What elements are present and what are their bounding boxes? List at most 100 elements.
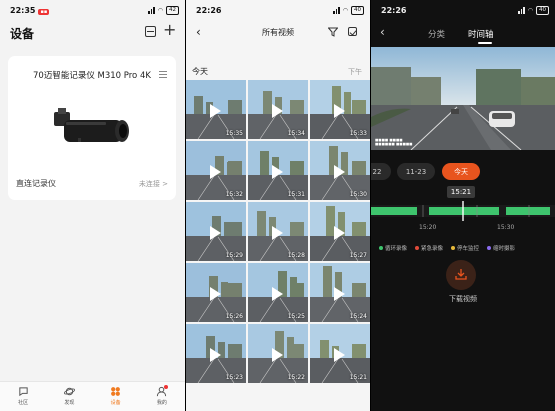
device-name: 70迈智能记录仪 M310 Pro 4K <box>33 71 151 81</box>
download-label: 下载视频 <box>449 295 477 303</box>
legend-item: 紧急录像 <box>415 244 443 252</box>
video-timestamp: 15:35 <box>225 130 243 137</box>
filter-icon[interactable] <box>328 27 338 37</box>
wifi-icon: ◠ <box>527 7 533 14</box>
video-thumbnail[interactable]: 15:33 <box>310 80 370 139</box>
tab-category[interactable]: 分类 <box>428 28 445 40</box>
tab-label: 设备 <box>110 400 121 406</box>
signal-icon <box>518 7 525 14</box>
wifi-icon: ◠ <box>342 7 348 14</box>
signal-icon <box>333 7 340 14</box>
status-time: 22:35 <box>10 6 36 15</box>
play-icon <box>210 226 221 240</box>
scan-icon[interactable] <box>145 26 156 37</box>
video-thumbnail[interactable]: 15:29 <box>186 202 246 261</box>
legend-item: 停车监控 <box>451 244 479 252</box>
timeline-tick-label: 15:30 <box>497 224 514 231</box>
video-thumbnail[interactable]: 15:26 <box>186 263 246 322</box>
video-osd: ■■■■ ■■■■ ■■■■■■ ■■■■■ <box>375 138 413 146</box>
device-card[interactable]: 70迈智能记录仪 M310 Pro 4K 直连记录仪 未连接 > <box>8 56 176 200</box>
connect-status[interactable]: 未连接 > <box>139 179 168 189</box>
date-chip[interactable]: 11-23 <box>397 163 435 180</box>
all-videos-screen: 22:26 ◠ 40 ‹ 所有视频 今天 下午 15:35 15:34 15:33 1… <box>186 0 370 411</box>
road-scene-image <box>371 47 555 150</box>
video-thumbnail[interactable]: 15:25 <box>248 263 308 322</box>
play-icon <box>272 287 283 301</box>
timeline-tick-label: 15:20 <box>419 224 436 231</box>
video-player[interactable]: ■■■■ ■■■■ ■■■■■■ ■■■■■ <box>371 47 555 150</box>
video-thumbnail[interactable]: 15:34 <box>248 80 308 139</box>
status-time: 22:26 <box>381 6 407 15</box>
video-thumbnail[interactable]: 15:27 <box>310 202 370 261</box>
video-timestamp: 15:29 <box>225 252 243 259</box>
play-icon <box>210 165 221 179</box>
wifi-icon: ◠ <box>157 7 163 14</box>
video-timestamp: 15:25 <box>287 313 305 320</box>
back-icon[interactable]: ‹ <box>380 26 385 38</box>
tab-profile[interactable]: 我的 <box>139 382 185 411</box>
play-icon <box>210 287 221 301</box>
play-icon <box>272 348 283 362</box>
add-icon[interactable]: + <box>163 22 176 38</box>
battery-icon: 40 <box>536 6 549 15</box>
download-button[interactable] <box>446 260 476 290</box>
video-timestamp: 15:27 <box>349 252 367 259</box>
page-title: 所有视频 <box>262 28 294 37</box>
menu-icon[interactable] <box>159 71 167 78</box>
video-timestamp: 15:30 <box>349 191 367 198</box>
video-thumbnail[interactable]: 15:35 <box>186 80 246 139</box>
tab-community[interactable]: 社区 <box>0 382 46 411</box>
timeline-screen: 22:26 ◠ 40 ‹ 分类 时间轴 ■■■■ ■■■■ ■■■■■■ ■■■… <box>371 0 555 411</box>
play-icon <box>334 165 345 179</box>
segment-loop <box>429 207 499 215</box>
page-title: 设备 <box>10 27 35 41</box>
segment-loop <box>371 207 417 215</box>
tab-device[interactable]: 设备 <box>93 382 139 411</box>
legend: 循环录像 紧急录像 停车监控 缩时摄影 <box>379 244 515 252</box>
video-thumbnail[interactable]: 15:30 <box>310 141 370 200</box>
video-thumbnail[interactable]: 15:28 <box>248 202 308 261</box>
video-thumbnail[interactable]: 15:22 <box>248 324 308 383</box>
period-label: 下午 <box>348 68 362 76</box>
video-timestamp: 15:23 <box>225 374 243 381</box>
timeline-track[interactable]: 15:20 15:30 <box>371 201 555 237</box>
tab-label: 发现 <box>64 400 75 406</box>
current-time-tooltip: 15:21 <box>447 186 475 198</box>
bottom-tabbar: 社区 发现 设备 我的 <box>0 381 185 411</box>
play-icon <box>272 104 283 118</box>
video-timestamp: 15:31 <box>287 191 305 198</box>
device-grid-icon <box>111 387 121 396</box>
play-icon <box>272 226 283 240</box>
video-thumbnail[interactable]: 15:32 <box>186 141 246 200</box>
video-timestamp: 15:28 <box>287 252 305 259</box>
video-thumbnail[interactable]: 15:31 <box>248 141 308 200</box>
tab-label: 我的 <box>156 400 167 406</box>
planet-icon <box>63 387 75 396</box>
tab-discover[interactable]: 发现 <box>46 382 92 411</box>
battery-icon: 40 <box>351 6 364 15</box>
date-chip-today[interactable]: 今天 <box>442 163 480 180</box>
video-timestamp: 15:22 <box>287 374 305 381</box>
video-timestamp: 15:32 <box>225 191 243 198</box>
status-bar: 22:26 ◠ 40 <box>381 5 549 16</box>
play-icon <box>334 226 345 240</box>
tab-timeline[interactable]: 时间轴 <box>468 28 494 40</box>
connect-label: 直连记录仪 <box>16 179 56 188</box>
video-thumbnail[interactable]: 15:21 <box>310 324 370 383</box>
date-chips: 22 11-23 今天 <box>371 163 555 181</box>
date-heading: 今天 <box>192 67 208 76</box>
play-icon <box>334 104 345 118</box>
play-icon <box>210 348 221 362</box>
date-chip[interactable]: 22 <box>371 163 391 180</box>
segment-loop <box>506 207 550 215</box>
video-thumbnail[interactable]: 15:23 <box>186 324 246 383</box>
play-icon <box>334 287 345 301</box>
signal-icon <box>148 7 155 14</box>
play-icon <box>334 348 345 362</box>
select-icon[interactable] <box>348 27 357 36</box>
status-time: 22:26 <box>196 6 222 15</box>
notification-dot <box>164 385 169 389</box>
video-thumbnail[interactable]: 15:24 <box>310 263 370 322</box>
active-tab-indicator <box>478 42 492 44</box>
play-icon <box>210 104 221 118</box>
